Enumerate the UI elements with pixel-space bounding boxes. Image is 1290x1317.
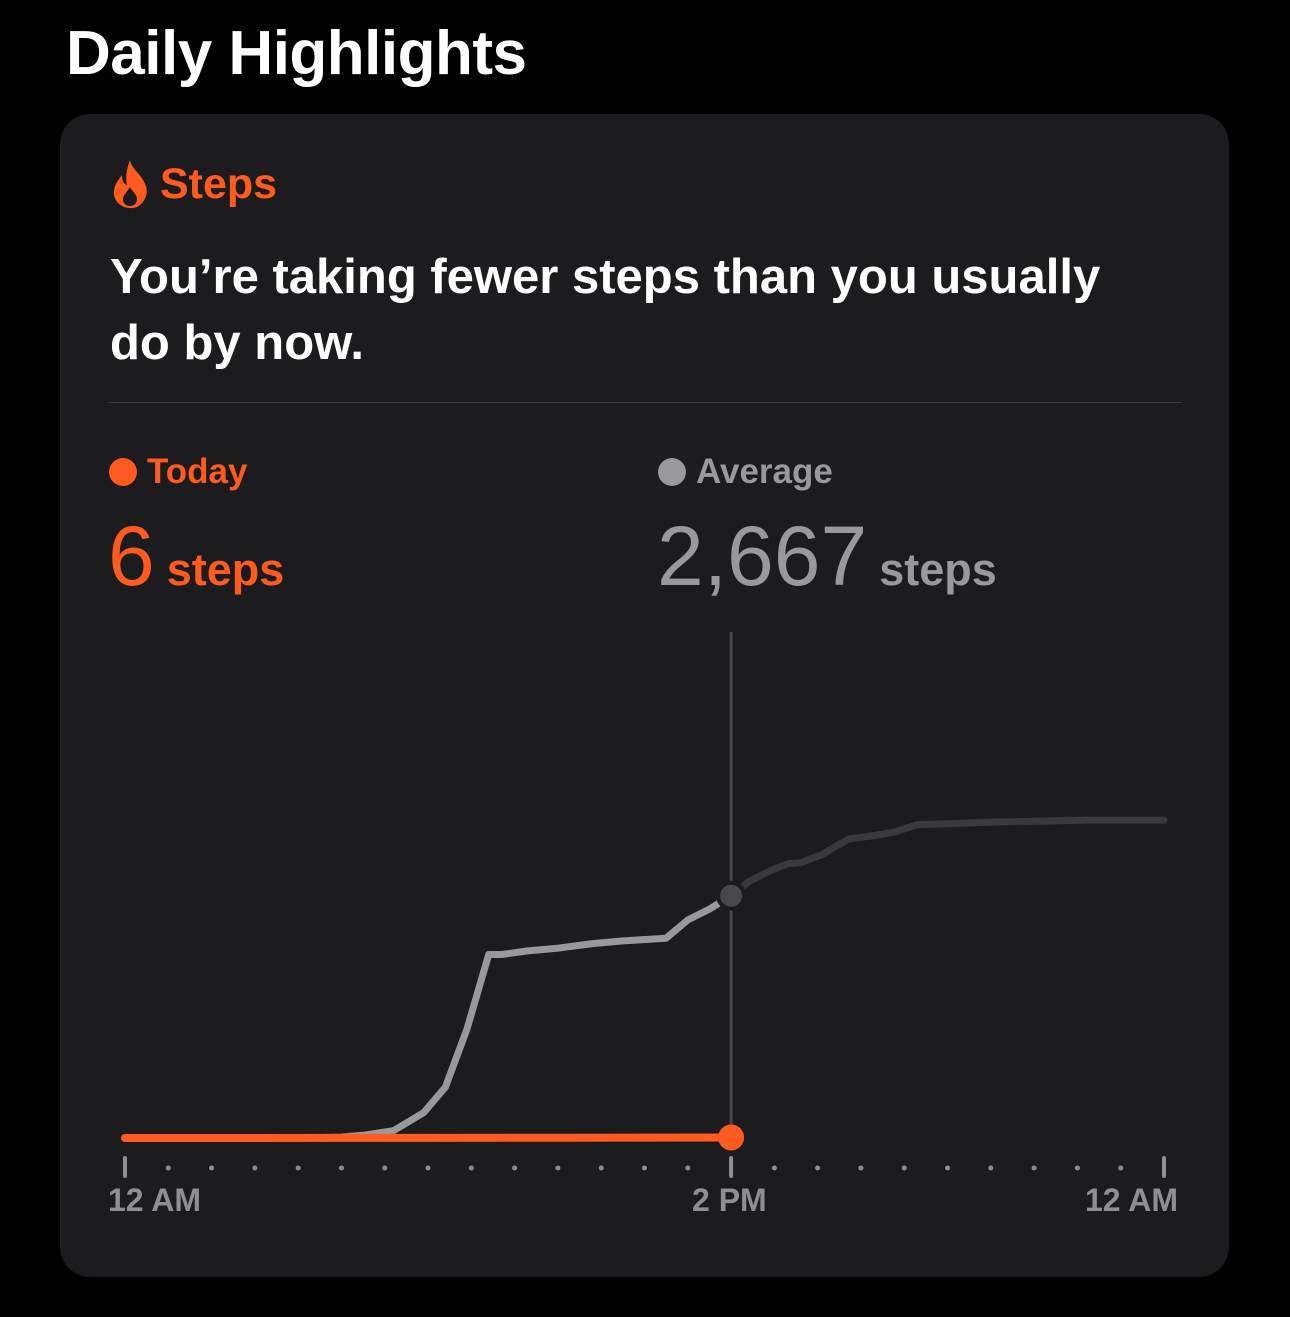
x-axis-minor-tick: [815, 1165, 821, 1171]
x-axis-minor-tick: [858, 1165, 864, 1171]
x-axis-minor-tick: [295, 1165, 301, 1171]
average-line-past: [121, 892, 735, 1142]
x-axis-minor-tick: [555, 1165, 561, 1171]
x-axis-minor-tick: [252, 1165, 258, 1171]
x-axis-label-start: 12 AM: [108, 1182, 202, 1218]
today-line: [121, 1133, 736, 1142]
x-axis-minor-tick: [165, 1165, 171, 1171]
x-axis-minor-tick: [1074, 1165, 1080, 1171]
daily-highlights-page: Daily Highlights Steps You’re taking few…: [0, 0, 1290, 1317]
average-current-point: [716, 880, 747, 911]
x-axis-minor-tick: [382, 1165, 388, 1171]
x-axis-minor-tick: [945, 1165, 951, 1171]
section-title: Daily Highlights: [66, 19, 527, 88]
x-axis-minor-tick: [598, 1165, 604, 1171]
x-axis-minor-tick: [771, 1165, 777, 1171]
today-current-point: [718, 1124, 745, 1151]
x-axis-minor-tick: [512, 1165, 518, 1171]
x-axis-label-end: 12 AM: [1085, 1182, 1179, 1218]
x-axis-minor-tick: [338, 1165, 344, 1171]
x-axis-minor-tick: [1118, 1165, 1124, 1171]
steps-highlight-card[interactable]: Steps You’re taking fewer steps than you…: [60, 114, 1229, 1277]
x-axis-minor-tick: [425, 1165, 431, 1171]
x-axis-minor-tick: [642, 1165, 647, 1171]
steps-chart: [121, 632, 1168, 1178]
x-axis-minor-tick: [685, 1165, 691, 1171]
x-axis-minor-tick: [901, 1165, 907, 1171]
x-axis-minor-tick: [209, 1165, 215, 1171]
x-axis-minor-tick: [468, 1165, 474, 1171]
x-axis-label-current: 2 PM: [692, 1182, 767, 1218]
average-line-future: [727, 816, 1168, 900]
x-axis-minor-tick: [988, 1165, 994, 1171]
x-axis-minor-tick: [1031, 1165, 1037, 1171]
